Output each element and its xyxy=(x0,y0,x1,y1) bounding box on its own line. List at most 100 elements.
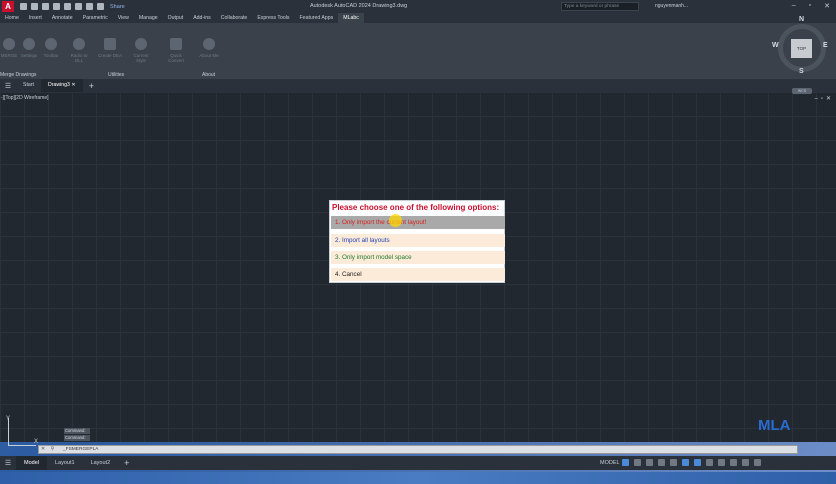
document-icon xyxy=(104,38,116,50)
tab-output[interactable]: Output xyxy=(163,13,189,23)
status-bar: ☰ Model Layout1 Layout2 + MODEL xyxy=(0,456,836,470)
snap-icon[interactable] xyxy=(634,459,641,466)
panel-merge-drawings: Merge Drawings xyxy=(0,72,37,78)
dialog-title: Please choose one of the following optio… xyxy=(332,203,500,212)
menu-icon[interactable]: ☰ xyxy=(0,82,16,90)
tab-mlabc[interactable]: MLabc xyxy=(338,13,364,23)
import-options-dialog: Please choose one of the following optio… xyxy=(329,200,505,283)
quick-convert-button[interactable]: Quick Convert xyxy=(163,38,189,63)
model-space-toggle[interactable]: MODEL xyxy=(600,460,620,466)
ucs-y-axis xyxy=(8,418,9,446)
option-cancel[interactable]: 4. Cancel xyxy=(331,268,505,281)
tab-annotate[interactable]: Annotate xyxy=(47,13,78,23)
panel-about: About xyxy=(202,72,216,78)
quick-access-toolbar xyxy=(20,3,104,10)
radio-to-dll-button[interactable]: Radio to DLL xyxy=(66,38,92,63)
command-line[interactable]: ✕ ⚲ _FSMERGEPLA xyxy=(38,445,798,454)
redo-icon[interactable] xyxy=(97,3,104,10)
autocad-logo[interactable]: A xyxy=(2,1,14,12)
isodraft-icon[interactable] xyxy=(682,459,689,466)
polar-icon[interactable] xyxy=(658,459,665,466)
document-tabs: ☰ Start Drawing3 ✕ + xyxy=(0,79,836,92)
search-input[interactable]: Type a keyword or phrase xyxy=(561,2,639,11)
units-icon[interactable] xyxy=(718,459,725,466)
brush-icon xyxy=(135,38,147,50)
close-icon[interactable]: ✕ xyxy=(824,2,830,10)
undo-icon[interactable] xyxy=(86,3,93,10)
command-input[interactable]: _FSMERGEPLA xyxy=(63,447,98,452)
ucs-x-axis xyxy=(8,445,36,446)
tab-layout2[interactable]: Layout2 xyxy=(83,456,119,470)
gear-icon[interactable] xyxy=(742,459,749,466)
compass-east[interactable]: E xyxy=(823,42,828,49)
tab-start[interactable]: Start xyxy=(16,79,41,92)
title-bar: A Share Autodesk AutoCAD 2024 Drawing3.d… xyxy=(0,0,836,13)
ortho-icon[interactable] xyxy=(646,459,653,466)
viewport-controls[interactable]: –▫✕ xyxy=(815,95,835,102)
cube-icon xyxy=(170,38,182,50)
window-controls: – ▫ ✕ xyxy=(792,2,830,10)
command-history-line: Command: xyxy=(64,428,90,434)
workspace-icon[interactable] xyxy=(706,459,713,466)
share-button[interactable]: Share xyxy=(110,4,125,10)
tab-insert[interactable]: Insert xyxy=(24,13,47,23)
viewcube-top-face[interactable]: TOP xyxy=(791,39,812,58)
window-title: Autodesk AutoCAD 2024 Drawing3.dwg xyxy=(310,3,408,9)
gear-icon xyxy=(45,38,57,50)
mla-watermark-logo: MLA xyxy=(758,417,791,434)
tab-parametric[interactable]: Parametric xyxy=(78,13,113,23)
windows-taskbar xyxy=(0,472,836,484)
status-toggles xyxy=(622,459,761,466)
tab-featured-apps[interactable]: Featured Apps xyxy=(295,13,339,23)
customize-icon[interactable] xyxy=(754,459,761,466)
tab-layout1[interactable]: Layout1 xyxy=(47,456,83,470)
save-icon[interactable] xyxy=(42,3,49,10)
radio-icon xyxy=(73,38,85,50)
new-icon[interactable] xyxy=(20,3,27,10)
command-line-controls[interactable]: ✕ ⚲ xyxy=(41,446,56,452)
gear-icon xyxy=(23,38,35,50)
user-account[interactable]: nguyenmanh... xyxy=(655,3,688,9)
toolbar-button[interactable]: Toolbar xyxy=(38,38,64,58)
web-icon[interactable] xyxy=(64,3,71,10)
merge-icon xyxy=(3,38,15,50)
tab-view[interactable]: View xyxy=(113,13,134,23)
close-tab-icon[interactable]: ✕ xyxy=(71,82,75,88)
tab-manage[interactable]: Manage xyxy=(134,13,163,23)
annotation-icon[interactable] xyxy=(694,459,701,466)
option-import-all-layouts[interactable]: 2. Import all layouts xyxy=(331,234,505,247)
compass-west[interactable]: W xyxy=(772,42,779,49)
osnap-icon[interactable] xyxy=(670,459,677,466)
new-layout-icon[interactable]: + xyxy=(124,458,129,468)
grid-icon[interactable] xyxy=(622,459,629,466)
open-icon[interactable] xyxy=(31,3,38,10)
viewcube[interactable]: TOP N S E W xyxy=(772,16,830,75)
wcs-menu[interactable]: WCS xyxy=(792,88,812,94)
minimize-icon[interactable]: – xyxy=(792,2,796,10)
annotation-scale-icon[interactable] xyxy=(730,459,737,466)
ribbon-tabs: Home Insert Annotate Parametric View Man… xyxy=(0,13,836,23)
maximize-icon[interactable]: ▫ xyxy=(809,2,811,10)
create-dea-button[interactable]: Create DEA xyxy=(97,38,123,58)
print-icon[interactable] xyxy=(75,3,82,10)
tab-home[interactable]: Home xyxy=(0,13,24,23)
tab-add-ins[interactable]: Add-ins xyxy=(188,13,216,23)
option-import-current-layout[interactable]: 1. Only import the current layout! xyxy=(331,216,505,229)
current-style-button[interactable]: Current Style xyxy=(128,38,154,63)
menu-icon[interactable]: ☰ xyxy=(0,459,16,467)
new-tab-icon[interactable]: + xyxy=(89,81,94,91)
compass-south[interactable]: S xyxy=(799,68,804,75)
option-import-model-space[interactable]: 3. Only import model space xyxy=(331,251,505,264)
compass-north[interactable]: N xyxy=(799,16,804,23)
about-me-button[interactable]: About Me xyxy=(196,38,222,58)
tab-drawing3[interactable]: Drawing3 ✕ xyxy=(40,79,83,92)
viewport-label[interactable]: -][Top][2D Wireframe] xyxy=(1,95,49,101)
tab-collaborate[interactable]: Collaborate xyxy=(216,13,253,23)
save-as-icon[interactable] xyxy=(53,3,60,10)
command-history-line: Command: xyxy=(64,435,90,441)
mouse-cursor-highlight xyxy=(389,214,402,227)
ucs-y-label: Y xyxy=(6,416,11,422)
panel-utilities: Utilities xyxy=(108,72,125,78)
tab-express-tools[interactable]: Express Tools xyxy=(252,13,294,23)
tab-model[interactable]: Model xyxy=(16,456,47,470)
